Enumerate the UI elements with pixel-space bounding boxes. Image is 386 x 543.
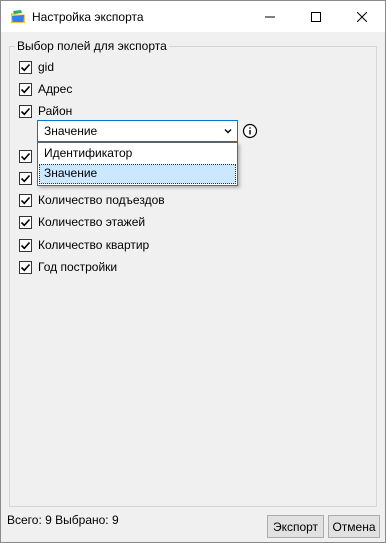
district-mode-select[interactable]: Значение [37,120,238,142]
maximize-icon [311,11,321,22]
field-label: Район [38,104,73,118]
checkbox[interactable] [19,171,32,185]
checkbox[interactable] [19,238,32,252]
checkbox[interactable] [19,82,32,96]
field-checkbox-gid[interactable]: gid [19,59,54,75]
field-checkbox-build-year[interactable]: Год постройки [19,259,117,275]
title-bar[interactable]: Настройка экспорта [1,1,385,32]
chevron-down-icon[interactable] [223,126,233,136]
field-label: gid [38,60,55,74]
checkmark-icon [20,63,31,71]
field-checkbox-floors[interactable]: Количество этажей [19,214,145,230]
checkmark-icon [20,218,31,226]
checkmark-icon [20,241,31,249]
select-value: Значение [44,124,98,138]
checkbox[interactable] [19,149,32,163]
field-checkbox-5[interactable] [19,170,38,186]
checkmark-icon [20,107,31,115]
field-label: Количество квартир [38,238,150,252]
close-button[interactable] [339,1,385,32]
window-title: Настройка экспорта [32,10,144,24]
checkbox[interactable] [19,104,32,118]
export-button[interactable]: Экспорт [267,515,324,538]
maximize-button[interactable] [293,1,339,32]
export-settings-window: Настройка экспорта Выбор полей для экспо… [0,0,386,543]
minimize-button[interactable] [247,1,293,32]
minimize-icon [265,16,275,17]
field-label: Год постройки [38,260,118,274]
checkbox[interactable] [19,193,32,207]
dropdown-option-value[interactable]: Значение [39,164,236,184]
info-icon[interactable] [242,123,258,139]
checkbox[interactable] [19,260,32,274]
field-checkbox-apartments[interactable]: Количество квартир [19,237,149,253]
checkbox[interactable] [19,215,32,229]
checkbox[interactable] [19,60,32,74]
checkmark-icon [20,174,31,182]
field-label: Адрес [38,82,73,96]
checkmark-icon [20,152,31,160]
dropdown-option-identifier[interactable]: Идентификатор [39,144,236,164]
dropdown-list: Идентификатор Значение [37,142,238,186]
checkmark-icon [20,85,31,93]
field-checkbox-address[interactable]: Адрес [19,81,72,97]
selection-status: Всего: 9 Выбрано: 9 [7,513,119,527]
group-title: Выбор полей для экспорта [15,39,169,53]
field-checkbox-entrances[interactable]: Количество подъездов [19,192,165,208]
checkmark-icon [20,196,31,204]
folder-app-icon [11,10,25,23]
close-icon [357,11,367,22]
field-checkbox-district[interactable]: Район [19,103,72,119]
cancel-button[interactable]: Отмена [328,515,380,538]
field-label: Количество подъездов [38,193,165,207]
field-checkbox-4[interactable] [19,148,38,164]
field-label: Количество этажей [38,215,146,229]
checkmark-icon [20,263,31,271]
